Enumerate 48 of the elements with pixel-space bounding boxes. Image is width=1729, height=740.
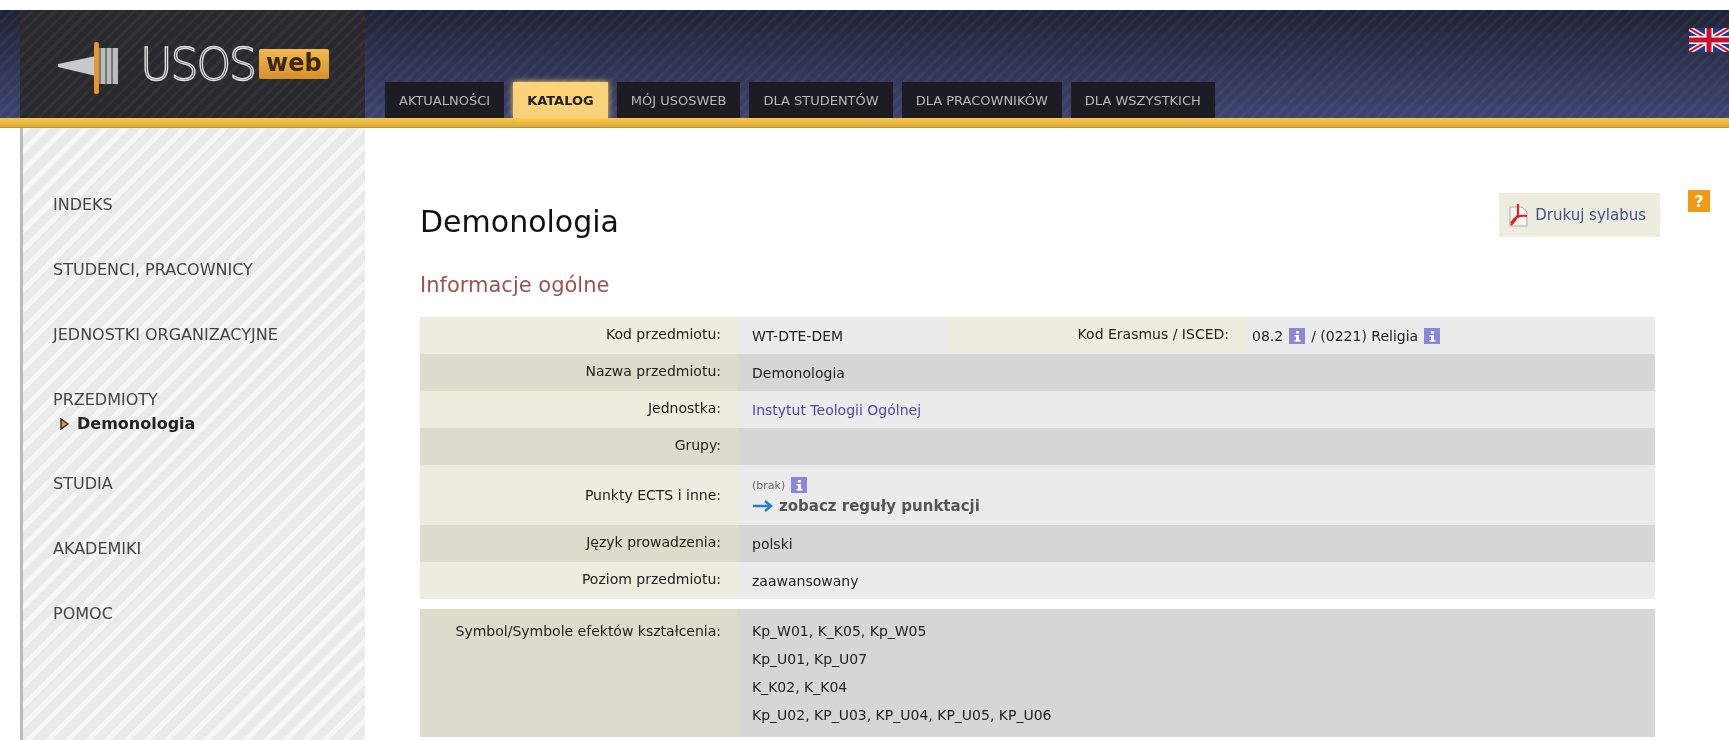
nav-tab[interactable]: AKTUALNOŚCI (385, 82, 505, 118)
field-label: Kod Erasmus / ISCED: (946, 317, 1246, 354)
info-icon (1289, 327, 1306, 344)
bullet-icon (59, 417, 69, 430)
rules-link[interactable]: zobacz reguły punktacji (779, 497, 980, 515)
field-value: zaawansowany (752, 572, 859, 589)
nav-tab[interactable]: DLA WSZYSTKICH (1070, 82, 1215, 118)
field-label: Punkty ECTS i inne: (420, 465, 738, 525)
field-note: (brak) (752, 478, 786, 492)
sidebar-subitem[interactable]: Demonologia (77, 414, 196, 433)
field-label: Nazwa przedmiotu: (420, 354, 738, 391)
sidebar-item[interactable]: INDEKS (53, 190, 283, 219)
logo-badge: web (259, 49, 329, 79)
sidebar-item[interactable]: AKADEMIKI (53, 534, 283, 563)
field-label: Grupy: (420, 428, 738, 465)
field-value: Kp_U01, Kp_U07 (752, 650, 868, 669)
field-value: / (0221) Religia (1311, 327, 1419, 344)
arrow-icon (752, 500, 774, 512)
page-title: Demonologia (420, 204, 620, 239)
sidebar-item[interactable]: STUDIA (53, 469, 283, 498)
field-label: Język prowadzenia: (420, 525, 738, 562)
print-button[interactable]: Drukuj sylabus (1499, 192, 1660, 237)
nav-tab[interactable]: KATALOG (513, 82, 608, 118)
section-heading: Informacje ogólne (420, 273, 611, 297)
field-label: Symbol/Symbole efektów kształcenia: (420, 609, 738, 737)
field-value: Kp_W01, K_K05, Kp_W05 (752, 622, 927, 641)
nav-tab[interactable]: MÓJ USOSWEB (616, 82, 741, 118)
logo-text: USOS (140, 38, 256, 90)
field-value: K_K02, K_K04 (752, 678, 848, 697)
nav-tab[interactable]: DLA STUDENTÓW (749, 82, 893, 118)
field-label: Poziom przedmiotu: (420, 562, 738, 599)
field-value: Kp_U02, KP_U03, KP_U04, KP_U05, KP_U06 (752, 706, 1052, 725)
info-icon (791, 477, 808, 493)
field-value: 08.2 (1252, 327, 1284, 344)
pdf-icon (1507, 202, 1530, 227)
field-value: Demonologia (752, 364, 845, 381)
field-value: polski (752, 535, 793, 552)
nav-tab[interactable]: DLA PRACOWNIKÓW (901, 82, 1062, 118)
unit-link[interactable]: Instytut Teologii Ogólnej (752, 401, 922, 418)
info-icon (1424, 327, 1441, 344)
sidebar-item[interactable]: PRZEDMIOTY (53, 385, 283, 414)
field-value: WT-DTE-DEM (752, 327, 844, 344)
sidebar-item[interactable]: JEDNOSTKI ORGANIZACYJNE (53, 320, 283, 349)
sidebar-item[interactable]: POMOC (53, 599, 283, 628)
field-label: Kod przedmiotu: (420, 317, 738, 354)
field-label: Jednostka: (420, 391, 738, 428)
sidebar-item[interactable]: STUDENCI, PRACOWNICY (53, 255, 283, 284)
flag-icon (1689, 28, 1729, 52)
